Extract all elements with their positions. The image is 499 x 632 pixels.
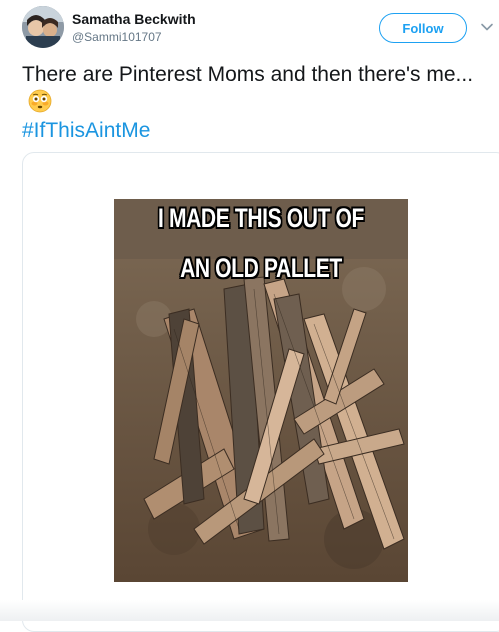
- avatar[interactable]: [22, 6, 64, 48]
- tweet-text: There are Pinterest Moms and then there'…: [22, 61, 492, 115]
- follow-button[interactable]: Follow: [379, 13, 467, 43]
- avatar-photo: [22, 6, 64, 48]
- meme-image[interactable]: I MADE THIS OUT OF AN OLD PALLET: [114, 199, 408, 582]
- display-name[interactable]: Samatha Beckwith: [72, 11, 196, 27]
- chevron-down-icon[interactable]: [480, 20, 494, 34]
- meme-caption-line2: AN OLD PALLET: [180, 253, 342, 283]
- meme-caption-line1: I MADE THIS OUT OF: [158, 203, 364, 233]
- flushed-face-icon: [28, 89, 52, 113]
- tweet-body: There are Pinterest Moms and then there'…: [22, 63, 474, 86]
- bottom-divider: [0, 600, 499, 621]
- hashtag-link[interactable]: #IfThisAintMe: [22, 117, 150, 144]
- user-handle[interactable]: @Sammi101707: [72, 30, 162, 44]
